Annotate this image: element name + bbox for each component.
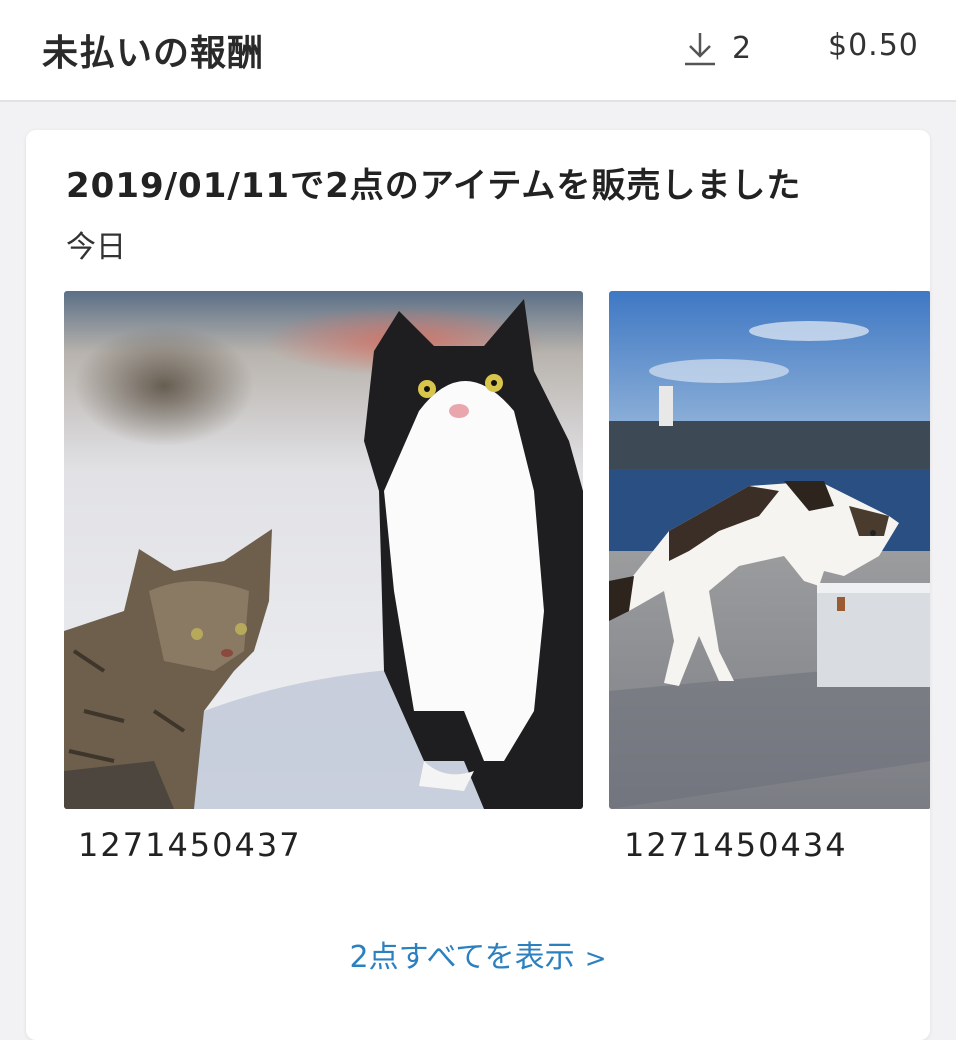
earnings-amount: $0.50: [828, 28, 919, 63]
item-thumbnail-1[interactable]: [64, 291, 583, 809]
item-thumbnail-2[interactable]: [609, 291, 930, 809]
chevron-right-icon: >: [584, 944, 607, 974]
sales-card-title: 2019/01/11で2点のアイテムを販売しました: [66, 166, 802, 206]
item-id-2: 1271450434: [624, 826, 848, 864]
download-icon: [685, 33, 715, 66]
page-title: 未払いの報酬: [42, 33, 265, 74]
download-count-group: 2: [682, 28, 751, 68]
header-bar: 未払いの報酬 2 $0.50: [0, 0, 956, 102]
sales-card: 2019/01/11で2点のアイテムを販売しました 今日 1271450437 …: [26, 130, 930, 1040]
show-all-link[interactable]: 2点すべてを表示 >: [26, 932, 930, 976]
show-all-label: 2点すべてを表示: [349, 940, 575, 975]
sales-card-date: 今日: [66, 230, 126, 265]
download-count: 2: [732, 30, 752, 66]
two-cats-photo: [64, 291, 583, 809]
item-id-1: 1271450437: [78, 826, 302, 864]
cat-on-pier-photo: [609, 291, 930, 809]
